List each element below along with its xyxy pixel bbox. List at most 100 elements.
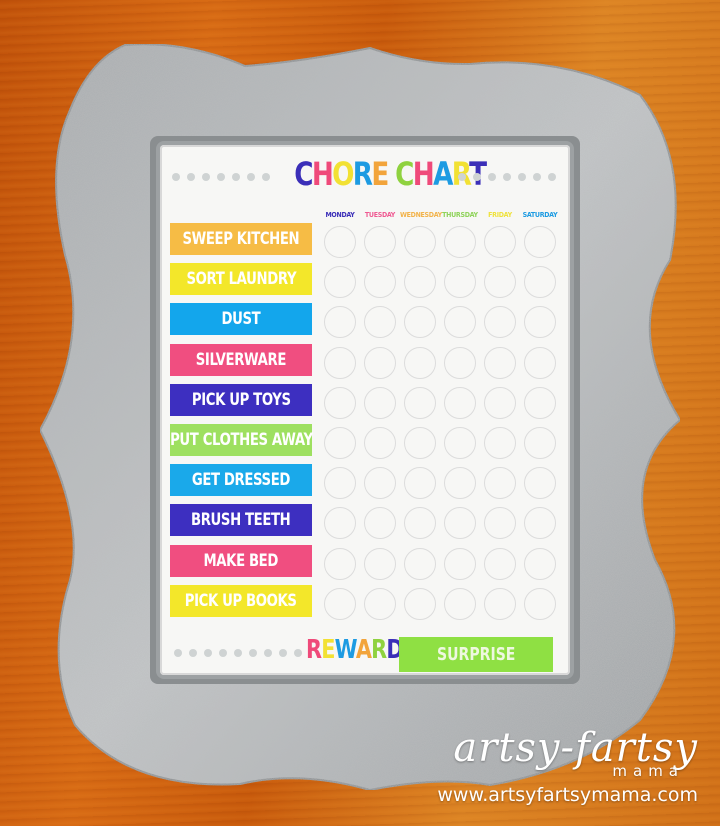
check-circle [444, 226, 476, 258]
check-circle [484, 346, 516, 379]
check-circle [324, 547, 356, 580]
check-circle [324, 507, 356, 540]
check-circle [404, 547, 436, 580]
chore-label-text: SORT LAUNDRY [186, 269, 296, 290]
grid-row [320, 386, 560, 427]
day-header-thursday: THURSDAY [442, 211, 478, 219]
check-circle [404, 587, 436, 620]
chore-label: MAKE BED [170, 544, 312, 577]
title-letter: C [294, 155, 313, 193]
chore-label: SILVERWARE [170, 343, 312, 376]
chore-list: SWEEP KITCHEN SORT LAUNDRY DUST SILVERWARE P… [169, 223, 313, 625]
reward-value: SURPRISE [399, 637, 553, 672]
check-circle [444, 346, 476, 379]
reward-label: REWARD [306, 635, 404, 665]
check-circle [324, 386, 356, 419]
check-circle [524, 226, 556, 258]
check-circle [324, 266, 356, 299]
check-circle [524, 426, 556, 459]
watermark: artsy-fartsy mama www.artsyfartsymama.co… [437, 728, 698, 806]
check-circle [324, 306, 356, 339]
check-circle [484, 426, 516, 459]
chore-chart-paper: CHORE CHART MONDAYTUESDAYWEDNESDAYTHURSD… [160, 145, 570, 675]
title-letter: C [395, 155, 414, 193]
chart-title: CHORE CHART [294, 155, 487, 193]
chore-label: DUST [170, 303, 312, 336]
reward-letter: E [321, 635, 335, 665]
reward-letter: R [371, 635, 387, 665]
check-circle [444, 306, 476, 339]
day-header-tuesday: TUESDAY [364, 211, 396, 219]
grid-row [320, 467, 560, 507]
check-circle [524, 587, 556, 620]
day-header-monday: MONDAY [325, 211, 355, 219]
chore-label-text: GET DRESSED [191, 470, 291, 491]
check-circle [324, 346, 356, 379]
chore-label-text: PICK UP BOOKS [185, 590, 297, 611]
check-circle [524, 266, 556, 299]
check-circle [444, 587, 476, 620]
grid-row [320, 507, 560, 547]
check-circle [484, 467, 516, 500]
title-letter: H [412, 155, 435, 193]
check-circle [404, 226, 436, 258]
title-letter: E [371, 155, 389, 193]
check-circle [484, 226, 516, 258]
check-circle [484, 386, 516, 419]
reward-letter: A [355, 635, 372, 665]
check-circle [524, 386, 556, 419]
grid-row [320, 547, 560, 588]
title-letter: H [311, 155, 334, 193]
check-circle [484, 547, 516, 580]
check-circle [484, 266, 516, 299]
grid-row [320, 306, 560, 346]
check-circle [444, 507, 476, 540]
chore-label: GET DRESSED [170, 464, 312, 497]
day-header-saturday: SATURDAY [522, 211, 558, 219]
check-circle [364, 226, 396, 258]
reward-row: REWARD SURPRISE [160, 635, 570, 672]
check-circle [484, 507, 516, 540]
check-circle [324, 426, 356, 459]
check-circle [364, 306, 396, 339]
title-letter: O [332, 155, 354, 193]
check-circle [524, 507, 556, 540]
check-circle [404, 346, 436, 379]
check-circle [444, 426, 476, 459]
title-letter: R [352, 155, 373, 193]
chore-label-text: MAKE BED [203, 550, 279, 571]
chore-label: BRUSH TEETH [170, 504, 312, 537]
check-circle [524, 346, 556, 379]
check-circle [484, 587, 516, 620]
chore-label-text: BRUSH TEETH [191, 510, 291, 531]
title-row: CHORE CHART [160, 155, 570, 195]
chore-label: PUT CLOTHES AWAY [169, 423, 313, 456]
day-headers: MONDAY TUESDAY WEDNESDAY THURSDAY FRIDAY SATU… [320, 211, 560, 219]
chore-label: PICK UP BOOKS [170, 584, 312, 617]
check-circle [364, 266, 396, 299]
check-circle [484, 306, 516, 339]
grid-row [320, 346, 560, 387]
reward-value-text: SURPRISE [436, 644, 516, 665]
chore-label: SORT LAUNDRY [170, 263, 312, 296]
grid-row [320, 426, 560, 467]
check-circle [364, 587, 396, 620]
left-dot-divider [172, 173, 270, 181]
chore-label: SWEEP KITCHEN [170, 223, 312, 255]
day-header-friday: FRIDAY [488, 211, 512, 219]
check-circle [364, 507, 396, 540]
check-circle [524, 467, 556, 500]
reward-letter: R [306, 635, 322, 665]
check-circle [364, 547, 396, 580]
check-circle [444, 386, 476, 419]
reward-dot-divider [174, 649, 302, 657]
checkbox-grid [320, 226, 560, 628]
check-circle [404, 467, 436, 500]
chore-label-text: SILVERWARE [195, 349, 287, 370]
check-circle [524, 547, 556, 580]
chore-label: PICK UP TOYS [170, 383, 312, 416]
grid-row [320, 266, 560, 306]
chore-label-text: PUT CLOTHES AWAY [169, 429, 313, 450]
check-circle [364, 426, 396, 459]
check-circle [404, 266, 436, 299]
